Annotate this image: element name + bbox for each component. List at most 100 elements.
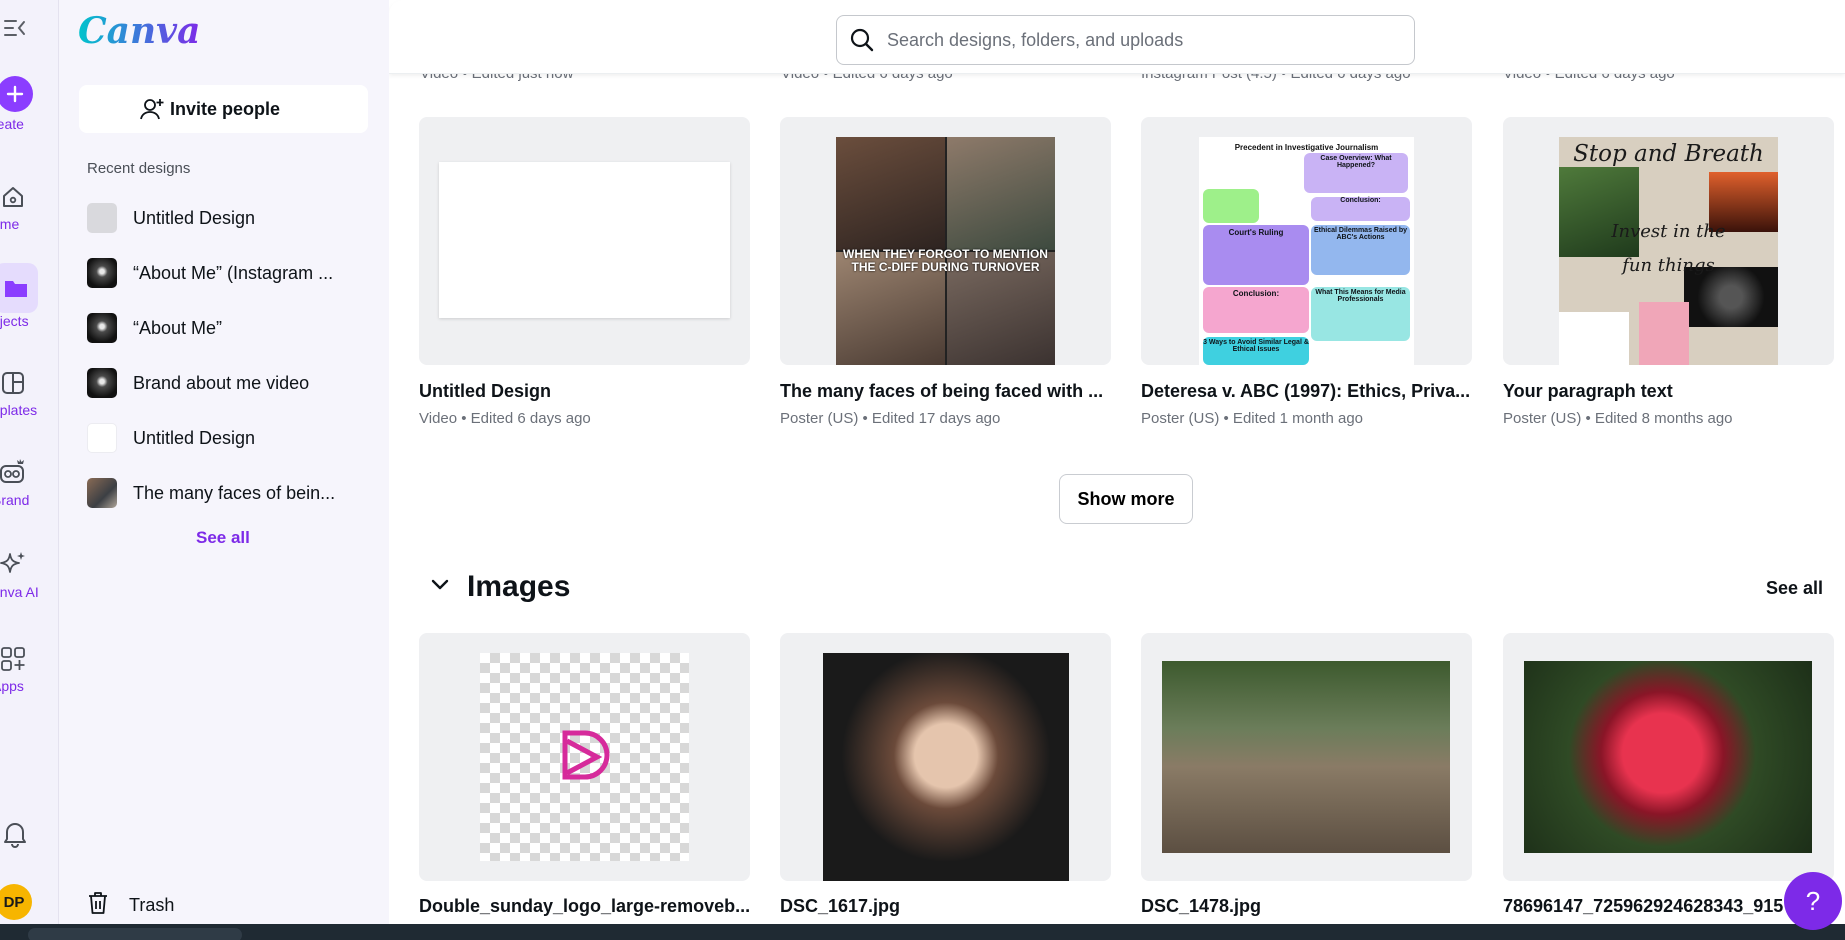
search-input[interactable]: Search designs, folders, and uploads	[836, 15, 1415, 65]
poster-box: What This Means for Media Professionals	[1311, 287, 1410, 341]
avatar[interactable]: DP	[0, 884, 32, 920]
image-preview	[1162, 661, 1450, 853]
design-title[interactable]: Deteresa v. ABC (1997): Ethics, Priva...	[1141, 381, 1470, 402]
poster-box: 3 Ways to Avoid Similar Legal & Ethical …	[1203, 337, 1309, 365]
design-card[interactable]	[419, 117, 750, 365]
home-icon	[0, 178, 32, 216]
top-bar: Search designs, folders, and uploads	[389, 0, 1845, 74]
recent-thumbnail	[87, 368, 117, 398]
search-placeholder: Search designs, folders, and uploads	[887, 29, 1184, 50]
search-icon	[849, 27, 875, 58]
design-title[interactable]: Your paragraph text	[1503, 381, 1673, 402]
see-all-recent-link[interactable]: See all	[196, 528, 250, 548]
apps-icon	[0, 640, 32, 678]
recent-item-label: Untitled Design	[133, 427, 256, 448]
image-preview	[1524, 661, 1812, 853]
see-all-images-link[interactable]: See all	[1766, 578, 1823, 599]
sparkle-icon	[0, 546, 32, 584]
rail-label-templates: nplates	[0, 402, 38, 418]
poster-line: fun things	[1622, 255, 1715, 276]
taskbar-search[interactable]	[28, 928, 242, 940]
design-title[interactable]: The many faces of being faced with ...	[780, 381, 1103, 402]
design-meta: Poster (US) • Edited 1 month ago	[1141, 410, 1364, 427]
recent-item[interactable]: Untitled Design	[87, 423, 367, 453]
recent-item-label: “About Me” (Instagram ...	[133, 262, 334, 283]
recent-thumbnail	[87, 258, 117, 288]
design-meta: Poster (US) • Edited 17 days ago	[780, 410, 1001, 427]
taskbar	[0, 924, 1845, 940]
trash-link[interactable]: Trash	[87, 891, 174, 920]
poster-box: Case Overview: What Happened?	[1304, 153, 1408, 193]
poster-box: Ethical Dilemmas Raised by ABC's Actions	[1311, 225, 1410, 275]
show-more-button[interactable]: Show more	[1059, 474, 1193, 524]
design-meta: Poster (US) • Edited 8 months ago	[1503, 410, 1733, 427]
chevron-down-icon[interactable]	[431, 578, 449, 596]
image-card[interactable]	[1141, 633, 1472, 881]
recent-item[interactable]: “About Me”	[87, 313, 367, 343]
recent-item-label: Brand about me video	[133, 372, 310, 393]
image-card[interactable]	[780, 633, 1111, 881]
image-preview	[823, 653, 1069, 881]
design-preview	[439, 162, 730, 318]
recent-designs-heading: Recent designs	[87, 160, 191, 177]
poster-line: Stop and Breath	[1573, 141, 1764, 167]
collapse-menu-icon[interactable]	[2, 14, 28, 42]
image-title[interactable]: Double_sunday_logo_large-removeb...	[419, 896, 750, 917]
main-content: Search designs, folders, and uploads Vid…	[389, 0, 1845, 924]
add-people-icon	[139, 97, 165, 126]
poster-box: Court's Ruling	[1203, 225, 1309, 285]
rail-label-home: ome	[0, 216, 20, 232]
recent-thumbnail	[87, 423, 117, 453]
rail-apps[interactable]: Apps	[0, 640, 59, 694]
recent-thumbnail	[87, 203, 117, 233]
design-title[interactable]: Untitled Design	[419, 381, 551, 402]
plus-icon	[0, 76, 33, 112]
image-title[interactable]: 78696147_725962924628343_915	[1503, 896, 1783, 917]
rail-home[interactable]: ome	[0, 178, 59, 232]
brand-icon	[0, 454, 32, 492]
canva-logo[interactable]: Canva	[78, 10, 200, 52]
rail-label-brand: Brand	[0, 492, 30, 508]
recent-item-label: “About Me”	[133, 317, 223, 338]
poster-box: Conclusion:	[1203, 287, 1309, 333]
collage-preview: Stop and Breath Invest in the fun things	[1559, 137, 1778, 365]
images-section-header: Images	[431, 570, 570, 604]
poster-preview: Precedent in Investigative Journalism Ca…	[1199, 137, 1414, 365]
recent-item[interactable]: The many faces of bein...	[87, 478, 367, 508]
invite-people-button[interactable]: Invite people	[79, 85, 368, 133]
recent-item[interactable]: Brand about me video	[87, 368, 367, 398]
design-card[interactable]: WHEN THEY FORGOT TO MENTION THE C-DIFF D…	[780, 117, 1111, 365]
recent-item-label: The many faces of bein...	[133, 482, 336, 503]
rail-templates[interactable]: nplates	[0, 364, 59, 418]
image-card[interactable]	[419, 633, 750, 881]
bell-icon[interactable]	[2, 820, 28, 853]
image-title[interactable]: DSC_1478.jpg	[1141, 896, 1261, 917]
design-card[interactable]: Stop and Breath Invest in the fun things	[1503, 117, 1834, 365]
poster-box: Conclusion:	[1311, 197, 1410, 221]
poster-line: Invest in the	[1611, 221, 1726, 242]
poster-caption: WHEN THEY FORGOT TO MENTION THE C-DIFF D…	[843, 247, 1048, 274]
rail-label-canva-ai: anva AI	[0, 584, 39, 600]
logo-mark-icon	[562, 730, 609, 780]
trash-label: Trash	[129, 895, 175, 915]
recent-item-label: Untitled Design	[133, 207, 256, 228]
folder-icon	[0, 263, 38, 313]
image-title[interactable]: DSC_1617.jpg	[780, 896, 900, 917]
rail-create[interactable]: reate	[0, 76, 59, 132]
rail-canva-ai[interactable]: anva AI	[0, 546, 59, 600]
templates-icon	[0, 364, 32, 402]
left-rail: reate ome ojects nplates Brand anva AI	[0, 0, 59, 924]
recent-item[interactable]: Untitled Design	[87, 203, 367, 233]
side-panel: Canva Invite people Recent designs Untit…	[59, 0, 389, 924]
poster-heading: Precedent in Investigative Journalism	[1234, 143, 1379, 152]
recent-thumbnail	[87, 478, 117, 508]
rail-brand[interactable]: Brand	[0, 454, 59, 508]
recent-item[interactable]: “About Me” (Instagram ...	[87, 258, 367, 288]
image-card[interactable]	[1503, 633, 1834, 881]
rail-projects[interactable]: ojects	[0, 263, 59, 329]
image-preview	[480, 653, 689, 861]
trash-icon	[87, 891, 109, 920]
poster-box	[1203, 189, 1259, 223]
design-card[interactable]: Precedent in Investigative Journalism Ca…	[1141, 117, 1472, 365]
help-button[interactable]: ?	[1784, 872, 1842, 930]
